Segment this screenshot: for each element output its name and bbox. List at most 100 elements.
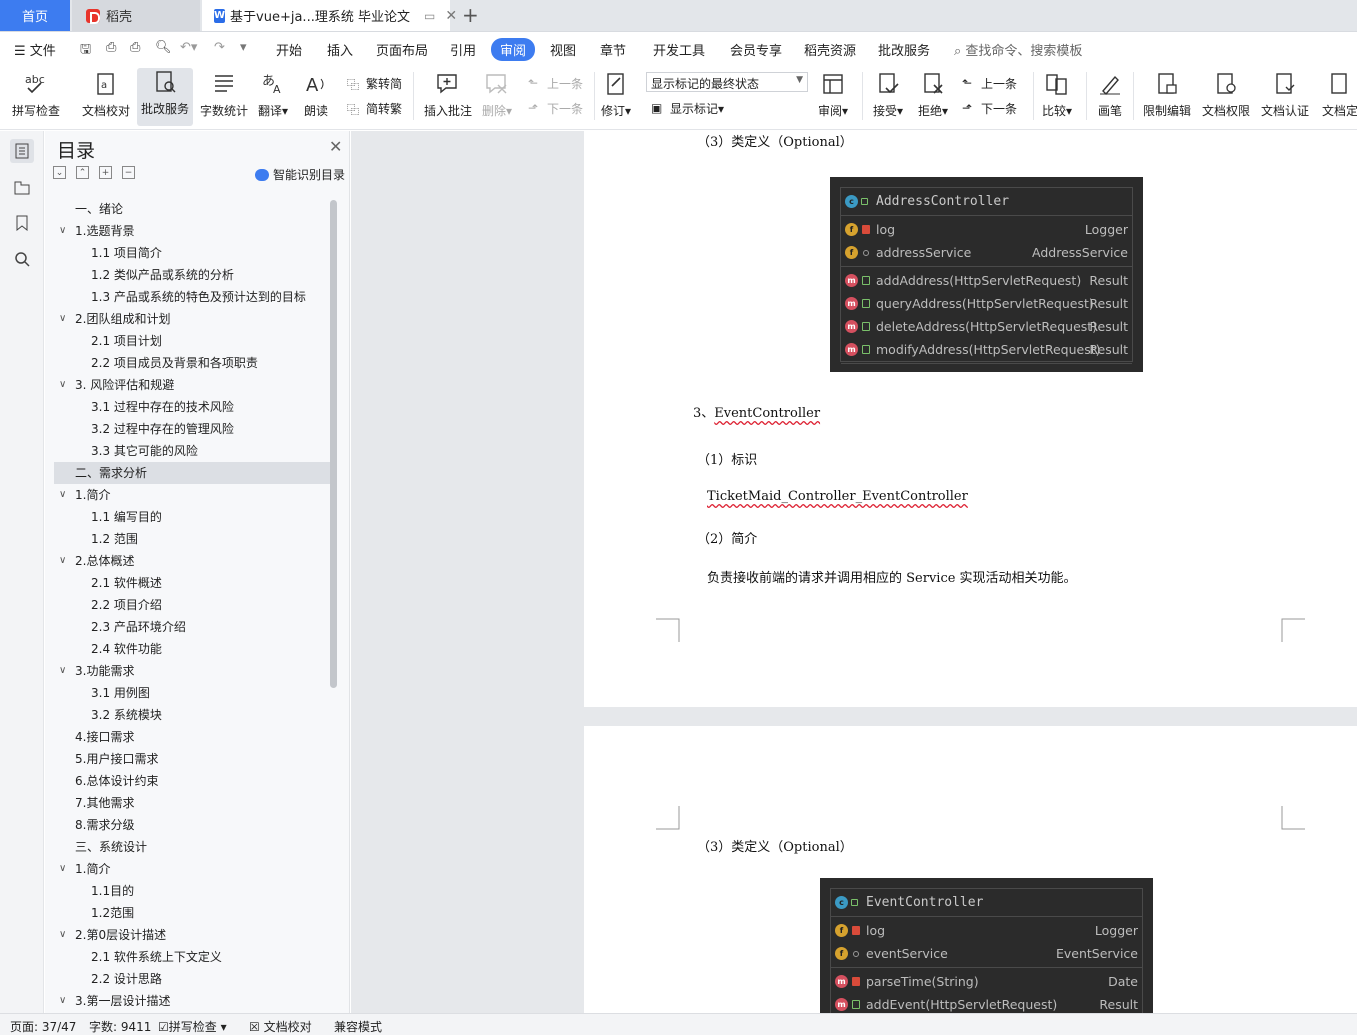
insert-comment-button[interactable]: 插入批注 (424, 70, 472, 119)
toc-item[interactable]: ∨ 2.总体概述 (54, 550, 331, 572)
doc-permission-button[interactable]: 文档权限 (1202, 70, 1250, 119)
print-icon[interactable]: ⎙ (130, 40, 140, 55)
toc-item[interactable]: ∨ 3.第一层设计描述 (54, 990, 331, 1006)
bookmark-icon[interactable] (10, 211, 34, 235)
toc-item[interactable]: 8.需求分级 (54, 814, 331, 836)
restrict-edit-button[interactable]: 限制编辑 (1143, 70, 1191, 119)
toc-item[interactable]: ∨ 1.简介 (54, 858, 331, 880)
add-heading-icon[interactable]: + (99, 166, 112, 179)
toc-item[interactable]: 1.3 产品或系统的特色及预计达到的目标 (54, 286, 331, 308)
simp-to-trad-button[interactable]: ⿻简转繁 (347, 100, 402, 117)
toc-item[interactable]: 1.2 类似产品或系统的分析 (54, 264, 331, 286)
redo-icon[interactable]: ↷ (214, 40, 225, 55)
menu-member[interactable]: 会员专享 (730, 40, 782, 59)
toc-item[interactable]: ∨ 2.第0层设计描述 (54, 924, 331, 946)
toc-item[interactable]: 二、需求分析 (54, 462, 331, 484)
toc-item[interactable]: 4.接口需求 (54, 726, 331, 748)
show-markup-button[interactable]: ▣ 显示标记 ▾ (651, 100, 724, 117)
correct-service-button[interactable]: 批改服务 (137, 68, 194, 126)
command-search[interactable]: ⌕ 查找命令、搜索模板 (954, 40, 1082, 59)
doc-proofread-button[interactable]: a 文档校对 (82, 70, 130, 119)
chevron-down-icon[interactable]: ∨ (59, 660, 66, 682)
toc-item[interactable]: 3.2 系统模块 (54, 704, 331, 726)
toc-item[interactable]: 2.4 软件功能 (54, 638, 331, 660)
tab-home[interactable]: 首页 (0, 0, 70, 31)
toc-item[interactable]: 2.2 项目成员及背景和各项职责 (54, 352, 331, 374)
chevron-down-icon[interactable]: ∨ (59, 858, 66, 880)
toc-item[interactable]: 1.1 项目简介 (54, 242, 331, 264)
delete-comment-button[interactable]: 删除▾ (482, 70, 512, 119)
save-icon[interactable]: 🖫 (80, 40, 91, 62)
word-count-button[interactable]: 字数统计 (200, 70, 248, 119)
toc-item[interactable]: 7.其他需求 (54, 792, 331, 814)
toc-scrollbar[interactable] (330, 200, 337, 688)
menu-file[interactable]: ☰ 文件 (14, 40, 56, 59)
tab-daoke[interactable]: 稻壳 (72, 0, 200, 31)
next-change-button[interactable]: ⬏ 下一条 (962, 100, 1017, 117)
toc-item[interactable]: 3.1 用例图 (54, 682, 331, 704)
chevron-down-icon[interactable]: ∨ (59, 484, 66, 506)
toc-item[interactable]: 3.2 过程中存在的管理风险 (54, 418, 331, 440)
collapse-all-icon[interactable]: ⌃ (76, 166, 89, 179)
toc-item[interactable]: ∨ 3.功能需求 (54, 660, 331, 682)
chevron-down-icon[interactable]: ∨ (59, 374, 66, 396)
status-spell-check[interactable]: ☑拼写检查 ▾ (158, 1018, 227, 1035)
expand-all-icon[interactable]: ⌄ (53, 166, 66, 179)
toc-item[interactable]: 1.1 编写目的 (54, 506, 331, 528)
toc-item[interactable]: ∨ 1.简介 (54, 484, 331, 506)
toc-item[interactable]: 3.3 其它可能的风险 (54, 440, 331, 462)
doc-certify-button[interactable]: 文档认证 (1261, 70, 1309, 119)
toc-nav-icon[interactable] (10, 139, 34, 163)
toc-item[interactable]: ∨ 3. 风险评估和规避 (54, 374, 331, 396)
page-indicator[interactable]: 页面: 37/47 (10, 1018, 76, 1035)
toc-item[interactable]: 3.1 过程中存在的技术风险 (54, 396, 331, 418)
tab-document[interactable]: W 基于vue+ja...理系统 毕业论文 ▭ ✕ (202, 0, 457, 31)
tab-monitor-icon[interactable]: ▭ (424, 9, 435, 23)
review-pane-button[interactable]: 审阅▾ (818, 70, 848, 119)
menu-chapter[interactable]: 章节 (600, 40, 626, 59)
toc-item[interactable]: 2.2 项目介绍 (54, 594, 331, 616)
toc-item[interactable]: ∨ 2.团队组成和计划 (54, 308, 331, 330)
menu-view[interactable]: 视图 (550, 40, 576, 59)
word-count[interactable]: 字数: 9411 (89, 1018, 151, 1035)
menu-start[interactable]: 开始 (276, 40, 302, 59)
toc-item[interactable]: 1.2范围 (54, 902, 331, 924)
quick-access-more-icon[interactable]: ▾ (240, 40, 247, 55)
toc-item[interactable]: 三、系统设计 (54, 836, 331, 858)
chevron-down-icon[interactable]: ∨ (59, 220, 66, 242)
track-changes-button[interactable]: 修订▾ (601, 70, 631, 119)
search-icon[interactable] (10, 247, 34, 271)
read-aloud-button[interactable]: A 朗读 (303, 70, 329, 119)
compare-button[interactable]: 比较▾ (1042, 70, 1072, 119)
toc-item[interactable]: ∨ 1.选题背景 (54, 220, 331, 242)
status-proofread[interactable]: ☒ 文档校对 (249, 1018, 312, 1035)
remove-heading-icon[interactable]: − (122, 166, 135, 179)
toc-item[interactable]: 1.2 范围 (54, 528, 331, 550)
close-icon[interactable]: ✕ (445, 8, 457, 24)
toc-item[interactable]: 1.1目的 (54, 880, 331, 902)
markup-state-select[interactable]: 显示标记的最终状态 ▼ (646, 72, 808, 92)
toc-item[interactable]: 2.3 产品环境介绍 (54, 616, 331, 638)
toc-item[interactable]: 2.1 软件概述 (54, 572, 331, 594)
pen-button[interactable]: 画笔 (1097, 70, 1123, 119)
spell-check-button[interactable]: abc 拼写检查 (12, 70, 60, 119)
menu-daoke-resources[interactable]: 稻壳资源 (804, 40, 856, 59)
toc-item[interactable]: 2.2 设计思路 (54, 968, 331, 990)
chevron-down-icon[interactable]: ∨ (59, 990, 66, 1006)
prev-comment-button[interactable]: ⬑ 上一条 (528, 75, 583, 92)
chevron-down-icon[interactable]: ∨ (59, 308, 66, 330)
menu-layout[interactable]: 页面布局 (376, 40, 428, 59)
reject-button[interactable]: 拒绝▾ (918, 70, 948, 119)
menu-correct-service[interactable]: 批改服务 (878, 40, 930, 59)
toc-item[interactable]: 6.总体设计约束 (54, 770, 331, 792)
new-tab-icon[interactable]: + (462, 3, 479, 27)
trad-to-simp-button[interactable]: ⿻繁转简 (347, 75, 402, 92)
chapter-nav-icon[interactable] (10, 175, 34, 199)
menu-insert[interactable]: 插入 (327, 40, 353, 59)
menu-devtools[interactable]: 开发工具 (653, 40, 705, 59)
toc-item[interactable]: 5.用户接口需求 (54, 748, 331, 770)
next-comment-button[interactable]: ⬏ 下一条 (528, 100, 583, 117)
accept-button[interactable]: 接受▾ (873, 70, 903, 119)
smart-toc-button[interactable]: 智能识别目录 (255, 166, 345, 183)
chevron-down-icon[interactable]: ∨ (59, 550, 66, 572)
